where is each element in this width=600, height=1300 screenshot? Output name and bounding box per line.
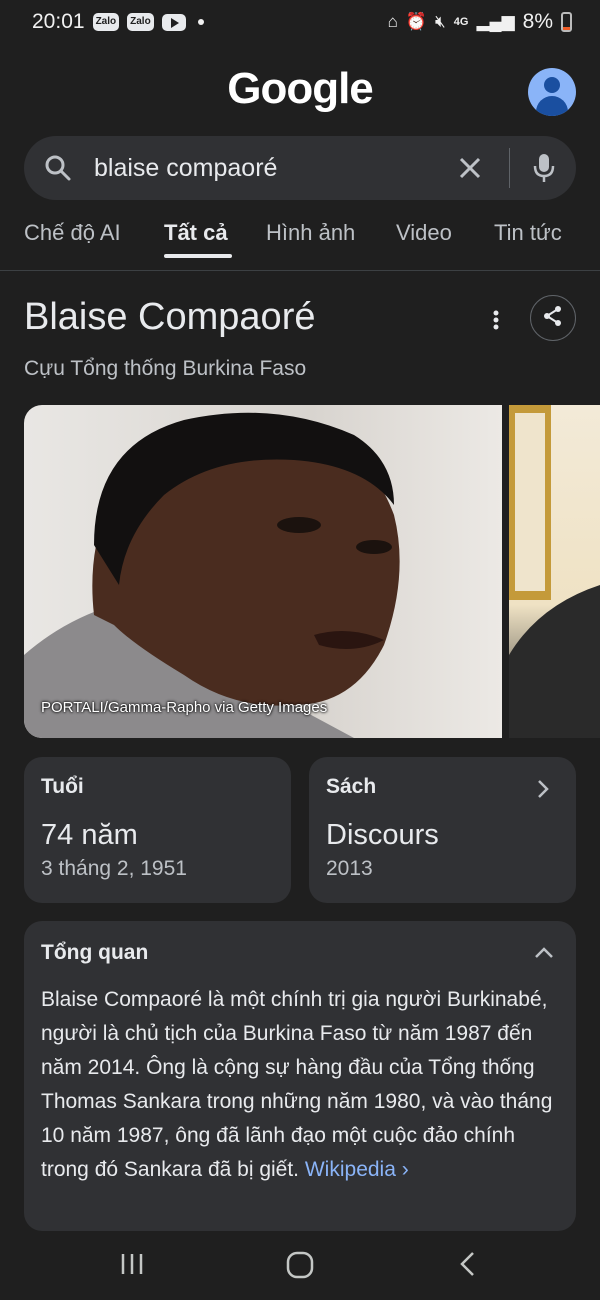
age-card[interactable]: Tuổi 74 năm 3 tháng 2, 1951 [24,757,291,903]
signal-icon: ▂▄▆ [476,12,515,31]
youtube-notification-icon [161,13,186,31]
status-left: 20:01 Zalo Zalo [32,10,204,34]
overview-text: Blaise Compaoré là một chính trị gia ngư… [41,983,556,1187]
wikipedia-link[interactable]: Wikipedia › [305,1158,409,1181]
books-card-value: Discours [326,819,439,851]
share-icon [542,305,564,332]
search-box[interactable]: blaise compaoré [24,136,576,200]
photo-credit: PORTALI/Gamma-Rapho via Getty Images [41,699,328,716]
search-tabs: Chế độ AI Tất cả Hình ảnh Video Tin tức [0,212,600,271]
portrait-illustration [24,412,400,738]
search-icon[interactable] [44,154,72,182]
status-bar: 20:01 Zalo Zalo ⌂ ⏰ 🔇︎ 4G ▂▄▆ 8% [0,0,600,44]
more-notifications-dot-icon [197,19,204,25]
main-portrait-image[interactable]: PORTALI/Gamma-Rapho via Getty Images [24,405,502,738]
avatar-body-icon [536,96,568,116]
age-card-label: Tuổi [41,775,84,798]
search-input[interactable]: blaise compaoré [94,154,455,183]
overview-description: Blaise Compaoré là một chính trị gia ngư… [41,988,553,1181]
books-card-year: 2013 [326,857,373,880]
tab-video[interactable]: Video [396,220,452,246]
knowledge-panel-title: Blaise Compaoré [24,296,316,338]
battery-icon [561,12,572,32]
avatar-head-icon [544,77,560,93]
zalo-notification-icon-2: Zalo [127,13,154,31]
overview-title: Tổng quan [41,941,149,964]
recent-apps-icon[interactable] [118,1250,146,1283]
status-time: 20:01 [32,10,85,33]
collapse-chevron-up-icon[interactable] [534,946,554,960]
second-portrait-image[interactable] [509,405,600,738]
overview-card: Tổng quan Blaise Compaoré là một chính t… [24,921,576,1231]
header: Google [0,44,600,136]
clear-icon[interactable] [455,153,485,183]
alarm-icon: ⏰ [405,12,428,31]
active-tab-indicator [164,254,232,258]
home-icon[interactable] [285,1250,315,1285]
tab-all[interactable]: Tất cả [164,220,228,246]
back-icon[interactable] [456,1250,480,1283]
network-type: 4G [453,16,469,28]
system-nav-bar [0,1232,600,1300]
mic-icon[interactable] [532,152,556,184]
data-saver-icon: ⌂ [387,12,398,31]
google-logo[interactable]: Google [0,64,600,114]
share-button[interactable] [530,295,576,341]
age-card-value: 74 năm [41,819,138,851]
mute-icon: 🔇︎ [435,12,446,31]
zalo-notification-icon: Zalo [92,13,120,31]
status-right: ⌂ ⏰ 🔇︎ 4G ▂▄▆ 8% [388,10,572,34]
chevron-right-icon [536,779,550,799]
tab-images[interactable]: Hình ảnh [266,220,355,246]
tab-news[interactable]: Tin tức [494,220,562,246]
more-options-icon[interactable] [484,306,508,334]
second-portrait-illustration [509,405,600,738]
books-card-label: Sách [326,775,377,798]
search-divider [509,148,510,188]
tab-ai-mode[interactable]: Chế độ AI [24,220,121,246]
age-card-birthdate: 3 tháng 2, 1951 [41,857,187,880]
books-card[interactable]: Sách Discours 2013 [309,757,576,903]
battery-percent: 8% [522,10,553,33]
knowledge-panel-subtitle: Cựu Tổng thống Burkina Faso [24,357,307,380]
account-avatar[interactable] [528,68,576,116]
